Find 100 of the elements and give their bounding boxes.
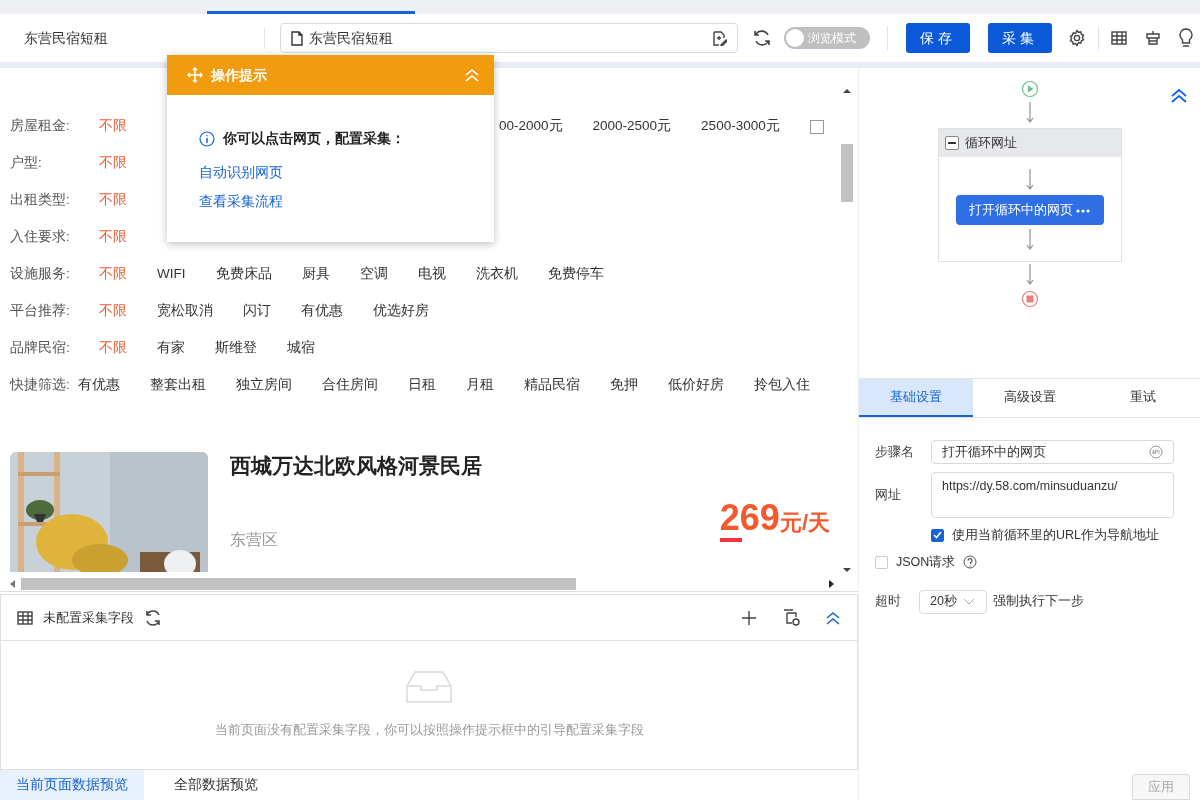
filter-option[interactable]: 免押 [610,375,638,396]
settings-tab[interactable]: 高级设置 [972,379,1087,417]
filter-option[interactable]: 2000-2500元 [592,116,672,137]
table-icon[interactable] [1111,31,1127,45]
filter-option[interactable]: 空调 [359,264,388,285]
refresh-icon[interactable] [752,28,772,48]
checkbox[interactable] [809,119,824,134]
end-icon [1020,290,1039,308]
chevron-down-icon [962,598,975,605]
filter-option[interactable]: 不限 [99,116,127,137]
save-button[interactable]: 保存 [906,23,970,53]
empty-message: 当前页面没有配置采集字段，你可以按照操作提示框中的引导配置采集字段 [214,721,644,740]
url-field[interactable]: https://dy.58.com/minsuduanzu/ [931,472,1174,518]
arrow-icon [1025,102,1034,124]
price-underline [719,538,742,542]
filter-label: 房屋租金: [10,117,71,136]
collapse-icon[interactable] [825,609,841,626]
arrow-icon [1025,264,1034,286]
filter-option[interactable]: 00-2000元 [499,116,563,137]
filter-option[interactable]: 有优惠 [78,375,120,396]
filter-option[interactable]: 有家 [157,338,185,359]
field-label: 步骤名 [875,443,915,461]
timeout-select[interactable]: 20秒 [919,589,987,614]
layout-icon[interactable] [1145,30,1161,46]
filter-option[interactable]: 不限 [99,190,127,211]
filter-option[interactable]: 闪订 [243,301,271,322]
task-name: 东营民宿短租 [0,27,265,49]
filter-label: 设施服务: [10,265,71,284]
preview-tab[interactable]: 全部数据预览 [158,770,274,800]
api-icon [1149,445,1163,459]
filter-option[interactable]: 精品民宿 [524,375,580,396]
empty-inbox-icon [405,670,453,705]
tip-header: 操作提示 [167,55,494,95]
timeout-hint: 强制执行下一步 [993,593,1084,611]
filter-option[interactable]: 洗衣机 [475,264,518,285]
settings-copy-icon[interactable] [783,608,801,627]
refresh-icon[interactable] [144,608,162,627]
lightbulb-icon[interactable] [1179,28,1193,48]
add-icon[interactable] [741,609,757,626]
filter-option[interactable]: 整套出租 [150,375,206,396]
filter-option[interactable]: 免费停车 [547,264,604,285]
filter-option[interactable]: 不限 [99,264,127,285]
filter-label: 入住要求: [10,228,71,247]
filter-option[interactable]: 2500-3000元 [701,116,780,137]
help-icon[interactable] [963,555,978,570]
filter-option[interactable]: WIFI [157,264,186,285]
step-name-field[interactable]: 打开循环中的网页 [931,440,1174,464]
checkbox[interactable] [931,528,944,542]
arrow-icon [1025,169,1034,191]
edit-icon [712,30,727,46]
panel-title: 未配置采集字段 [43,608,134,627]
listing-title[interactable]: 西城万达北欧风格河景民居 [230,450,482,482]
filter-option[interactable]: 不限 [99,153,127,174]
settings-tab[interactable]: 基础设置 [859,379,973,417]
settings-tab[interactable]: 重试 [1086,379,1200,417]
filter-option[interactable]: 低价好房 [668,375,724,396]
document-icon [291,30,303,46]
collapse-toggle[interactable] [944,136,959,150]
filter-option[interactable]: 免费床品 [215,264,272,285]
filter-option[interactable]: 电视 [417,264,446,285]
table-icon [17,610,33,625]
district-text: 东营区 [230,529,279,550]
arrow-icon [1025,229,1034,251]
checkbox-label: 使用当前循环里的URL作为导航地址 [952,527,1159,544]
filter-option[interactable]: 月租 [466,375,494,396]
filter-option[interactable]: 不限 [99,227,127,248]
collapse-icon[interactable] [1170,88,1188,104]
more-icon [1076,208,1091,213]
checkbox-label: JSON请求 [896,553,956,571]
loop-title: 循环网址 [964,134,1017,153]
info-icon [199,131,215,148]
filter-option[interactable]: 优选好房 [373,301,429,322]
filter-option[interactable]: 城宿 [287,338,315,359]
price-text: 269元/天 [719,500,830,536]
filter-option[interactable]: 合住房间 [322,375,378,396]
preview-tab[interactable]: 当前页面数据预览 [0,770,144,800]
tip-link[interactable]: 查看采集流程 [199,191,283,212]
filter-option[interactable]: 不限 [99,338,127,359]
settings-icon[interactable] [1068,29,1086,47]
filter-option[interactable]: 独立房间 [236,375,292,396]
tip-link[interactable]: 自动识别网页 [199,163,283,184]
field-label: 超时 [875,593,902,611]
tip-message: 你可以点击网页，配置采集： [223,130,405,148]
filter-option[interactable]: 不限 [99,301,127,322]
filter-label: 出租类型: [10,191,71,210]
filter-label: 户型: [10,154,43,173]
step-node[interactable]: 打开循环中的网页 [955,195,1104,225]
url-field[interactable]: 东营民宿短租 [280,23,738,53]
filter-option[interactable]: 厨具 [301,264,330,285]
filter-option[interactable]: 宽松取消 [157,301,213,322]
filter-option[interactable]: 拎包入住 [754,375,810,396]
filter-option[interactable]: 有优惠 [301,301,343,322]
field-label: 网址 [875,486,902,504]
collect-button[interactable]: 采集 [988,23,1052,53]
filter-option[interactable]: 日租 [408,375,436,396]
filter-option[interactable]: 斯维登 [215,338,257,359]
filter-label: 快捷筛选: [10,376,71,395]
filter-label: 平台推荐: [10,302,71,321]
filter-label: 品牌民宿: [10,339,71,358]
start-icon [1020,80,1039,98]
